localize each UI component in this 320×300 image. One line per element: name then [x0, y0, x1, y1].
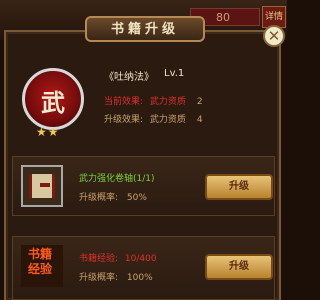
book-exp-icon-line1: 书籍	[27, 247, 52, 261]
upgrade-effect-value: 4	[196, 115, 203, 125]
scroll-seal	[40, 183, 50, 187]
scroll-upgrade-card: 武力强化卷轴(1/1) 升级概率: 50% 升级	[12, 156, 275, 216]
book-icon-char: 武	[41, 88, 65, 117]
upgrade-effect-row: 升级效果: 武力资质 4	[104, 112, 203, 125]
book-icon: 武	[22, 68, 84, 130]
close-icon: ✕	[267, 27, 281, 45]
window-title: 书籍升级	[85, 16, 205, 42]
exp-upgrade-card: 书籍 经验 书籍经验: 10/400 升级概率: 100% 升级	[12, 236, 275, 300]
current-effect-row: 当前效果: 武力资质 2	[104, 94, 203, 107]
book-exp-icon-line2: 经验	[27, 262, 52, 276]
scroll-rate-row: 升级概率: 50%	[79, 190, 147, 203]
close-button[interactable]: ✕	[263, 25, 285, 47]
book-exp-icon-text: 书籍 经验	[22, 247, 58, 277]
book-exp-label: 书籍经验:	[79, 254, 119, 264]
scroll-rate-label: 升级概率:	[79, 193, 119, 203]
book-exp-icon: 书籍 经验	[21, 245, 63, 287]
book-exp-row: 书籍经验: 10/400	[79, 251, 157, 264]
current-effect-label: 当前效果:	[104, 97, 144, 107]
upgrade-effect-attr: 武力资质	[149, 115, 186, 125]
exp-rate-value: 100%	[126, 273, 153, 283]
scroll-rate-value: 50%	[126, 193, 147, 203]
book-stars: ★★	[36, 125, 60, 139]
book-level: Lv.1	[164, 68, 185, 79]
current-effect-value: 2	[196, 97, 203, 107]
book-name: 《吐纳法》	[104, 72, 154, 83]
scroll-icon	[29, 174, 55, 198]
exp-upgrade-button[interactable]: 升级	[205, 254, 273, 280]
scroll-item-name: 武力强化卷轴(1/1)	[79, 174, 155, 184]
exp-rate-row: 升级概率: 100%	[79, 270, 153, 283]
current-effect-attr: 武力资质	[149, 97, 186, 107]
book-exp-value: 10/400	[124, 254, 157, 264]
exp-rate-label: 升级概率:	[79, 273, 119, 283]
scroll-upgrade-button[interactable]: 升级	[205, 174, 273, 200]
upgrade-effect-label: 升级效果:	[104, 115, 144, 125]
scroll-item-icon	[21, 165, 63, 207]
book-info-section: 武 ★★ 《吐纳法》 Lv.1 当前效果: 武力资质 2 升级效果: 武力资质 …	[8, 48, 278, 148]
